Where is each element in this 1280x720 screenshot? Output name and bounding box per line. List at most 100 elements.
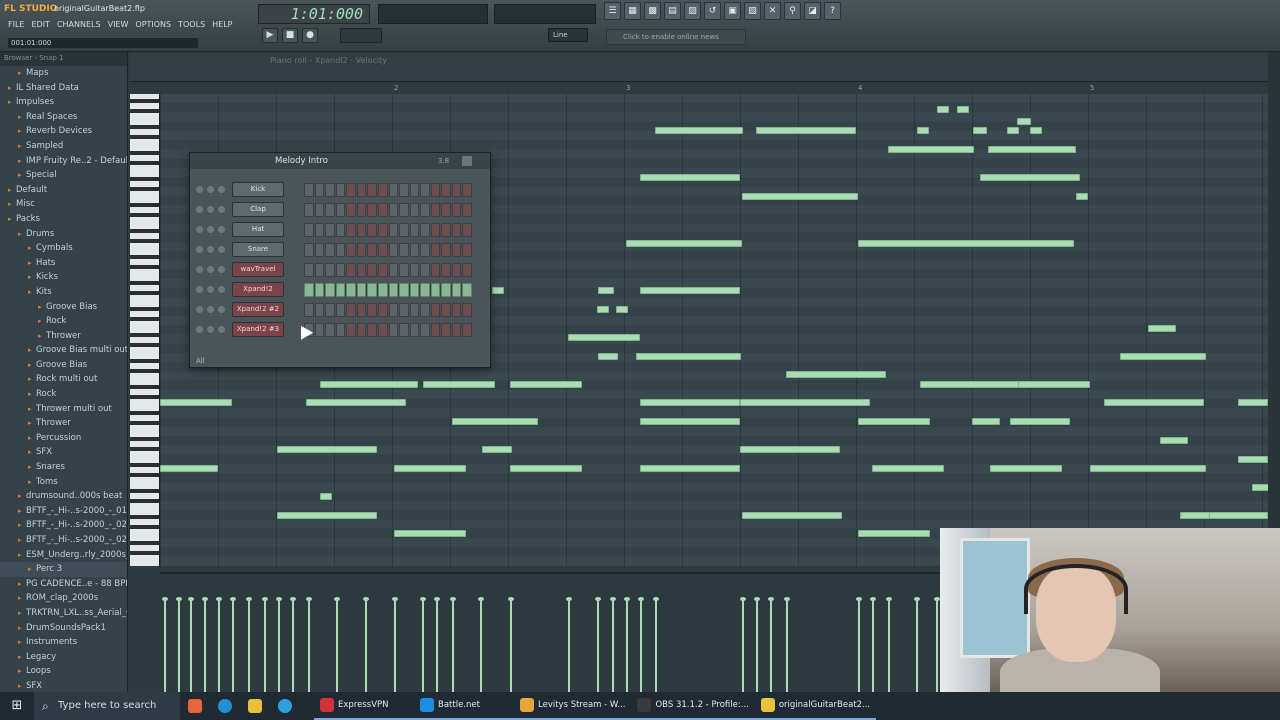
render-icon[interactable]: ▧	[744, 2, 761, 20]
midi-note[interactable]	[990, 465, 1062, 472]
midi-note[interactable]	[1030, 127, 1042, 134]
export-icon[interactable]: ◪	[804, 2, 821, 20]
channel-row[interactable]: Snare	[196, 242, 486, 258]
online-news-bar[interactable]: Click to enable online news	[606, 29, 746, 45]
browser-item[interactable]: ▸ Cymbals	[0, 241, 127, 256]
step-button[interactable]	[451, 183, 462, 197]
browser-item[interactable]: ▸ Thrower	[0, 329, 127, 344]
volume-knob-icon[interactable]	[218, 326, 225, 333]
midi-note[interactable]	[1017, 118, 1031, 125]
step-button[interactable]	[377, 243, 388, 257]
browser-item[interactable]: ▸ Percussion	[0, 431, 127, 446]
step-button[interactable]	[441, 263, 451, 277]
browser-item[interactable]: ▸ PG CADENCE..e - 88 BPM	[0, 577, 127, 592]
taskbar-app[interactable]: Battle.net	[414, 692, 514, 720]
midi-note[interactable]	[160, 465, 218, 472]
midi-note[interactable]	[742, 512, 842, 519]
browser-item[interactable]: ▸ Groove Bias multi out	[0, 343, 127, 358]
step-button[interactable]	[377, 323, 388, 337]
midi-note[interactable]	[972, 418, 1000, 425]
volume-knob-icon[interactable]	[218, 186, 225, 193]
step-button[interactable]	[451, 223, 462, 237]
step-button[interactable]	[314, 283, 325, 297]
velocity-bar[interactable]	[856, 597, 862, 692]
volume-knob-icon[interactable]	[218, 266, 225, 273]
step-button[interactable]	[346, 263, 356, 277]
step-button[interactable]	[430, 323, 441, 337]
step-button[interactable]	[325, 303, 335, 317]
velocity-bar[interactable]	[363, 597, 369, 692]
step-button[interactable]	[367, 223, 377, 237]
browser-item[interactable]: ▸ Special	[0, 168, 127, 183]
mute-led-icon[interactable]	[196, 326, 203, 333]
step-button[interactable]	[451, 243, 462, 257]
volume-knob-icon[interactable]	[218, 206, 225, 213]
channel-name-button[interactable]: Clap	[232, 202, 284, 217]
step-button[interactable]	[441, 183, 451, 197]
pan-knob-icon[interactable]	[207, 186, 214, 193]
velocity-bar[interactable]	[754, 597, 760, 692]
step-button[interactable]	[430, 303, 441, 317]
pan-knob-icon[interactable]	[207, 266, 214, 273]
velocity-bar[interactable]	[202, 597, 208, 692]
midi-note[interactable]	[1180, 512, 1210, 519]
search-icon[interactable]: ⚲	[784, 2, 801, 20]
velocity-bar[interactable]	[653, 597, 659, 692]
step-button[interactable]	[325, 223, 335, 237]
midi-note[interactable]	[640, 174, 740, 181]
file-explorer-icon[interactable]	[240, 692, 270, 720]
midi-note[interactable]	[1104, 399, 1204, 406]
step-button[interactable]	[356, 223, 367, 237]
browser-item[interactable]: ▸ ROM_clap_2000s	[0, 591, 127, 606]
step-button[interactable]	[377, 223, 388, 237]
taskbar-search[interactable]: Type here to search	[34, 692, 180, 720]
step-button[interactable]	[304, 283, 314, 297]
velocity-bar[interactable]	[216, 597, 222, 692]
browser-item[interactable]: ▸ Legacy	[0, 650, 127, 665]
midi-note[interactable]	[492, 287, 504, 294]
velocity-bar[interactable]	[886, 597, 892, 692]
browser-item[interactable]: ▸ Drums	[0, 227, 127, 242]
step-button[interactable]	[304, 203, 314, 217]
step-sequencer[interactable]	[304, 203, 472, 217]
step-button[interactable]	[367, 283, 377, 297]
midi-note[interactable]	[756, 127, 856, 134]
midi-note[interactable]	[786, 371, 886, 378]
midi-note[interactable]	[277, 446, 377, 453]
browser-item[interactable]: ▸ Loops	[0, 664, 127, 679]
midi-note[interactable]	[394, 530, 466, 537]
step-button[interactable]	[451, 323, 462, 337]
menu-view[interactable]: VIEW	[108, 20, 129, 29]
channel-name-button[interactable]: Xpand!2 #2	[232, 302, 284, 317]
step-button[interactable]	[335, 263, 346, 277]
step-button[interactable]	[314, 323, 325, 337]
taskbar-app[interactable]: originalGuitarBeat2...	[754, 692, 877, 720]
midi-note[interactable]	[510, 381, 582, 388]
taskbar-app[interactable]: ExpressVPN	[314, 692, 414, 720]
browser-item[interactable]: ▸ Kits	[0, 285, 127, 300]
browser-item[interactable]: ▸ Kicks	[0, 270, 127, 285]
step-button[interactable]	[409, 323, 420, 337]
step-button[interactable]	[314, 243, 325, 257]
browser-item[interactable]: ▸ Reverb Devices	[0, 124, 127, 139]
midi-note[interactable]	[423, 381, 495, 388]
midi-note[interactable]	[980, 174, 1080, 181]
step-button[interactable]	[420, 243, 430, 257]
velocity-bar[interactable]	[290, 597, 296, 692]
mini-piano-roll[interactable]	[304, 283, 472, 297]
step-button[interactable]	[304, 243, 314, 257]
menu-channels[interactable]: CHANNELS	[57, 20, 101, 29]
step-button[interactable]	[314, 263, 325, 277]
step-button[interactable]	[441, 283, 451, 297]
step-button[interactable]	[409, 243, 420, 257]
browser-item[interactable]: ▸ Impulses	[0, 95, 127, 110]
step-button[interactable]	[462, 223, 472, 237]
browser-icon[interactable]: ▨	[684, 2, 701, 20]
step-button[interactable]	[399, 223, 409, 237]
midi-note[interactable]	[626, 240, 742, 247]
midi-note[interactable]	[858, 418, 930, 425]
step-button[interactable]	[430, 263, 441, 277]
velocity-bar[interactable]	[262, 597, 268, 692]
swing-value[interactable]: 3.8	[438, 157, 449, 165]
velocity-bar[interactable]	[638, 597, 644, 692]
